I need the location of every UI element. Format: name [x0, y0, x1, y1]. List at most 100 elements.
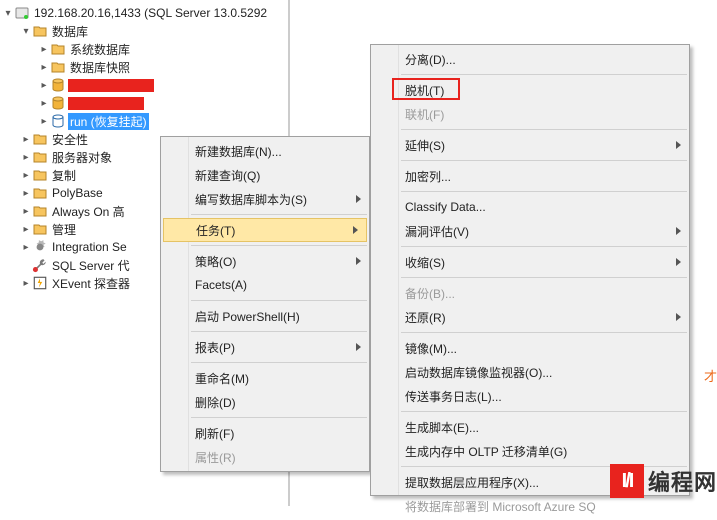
menu-vulnerability[interactable]: 漏洞评估(V) [371, 219, 689, 243]
redacted-bar [68, 79, 154, 92]
menu-rename[interactable]: 重命名(M) [161, 366, 369, 390]
menu-separator [191, 214, 367, 215]
menu-separator [401, 332, 687, 333]
menu-delete[interactable]: 删除(D) [161, 390, 369, 414]
redacted-db-1[interactable]: ▸ [0, 76, 288, 94]
menu-properties: 属性(R) [161, 445, 369, 469]
menu-separator [191, 362, 367, 363]
menu-separator [401, 74, 687, 75]
menu-separator [191, 417, 367, 418]
tasks-submenu[interactable]: 分离(D)... 脱机(T) 联机(F) 延伸(S) 加密列... Classi… [370, 44, 690, 496]
menu-separator [191, 300, 367, 301]
expand-icon[interactable]: ▸ [38, 79, 50, 91]
expand-icon[interactable]: ▸ [38, 115, 50, 127]
database-icon [50, 96, 66, 110]
replication-label: 复制 [50, 167, 78, 184]
menu-separator [401, 191, 687, 192]
menu-facets[interactable]: Facets(A) [161, 273, 369, 297]
selected-db-node[interactable]: ▸ run (恢复挂起) [0, 112, 288, 130]
menu-encrypt-columns[interactable]: 加密列... [371, 164, 689, 188]
expand-icon[interactable]: ▸ [38, 97, 50, 109]
menu-ship-logs[interactable]: 传送事务日志(L)... [371, 384, 689, 408]
sysdb-label: 系统数据库 [68, 41, 132, 58]
system-databases-node[interactable]: ▸ 系统数据库 [0, 40, 288, 58]
expand-icon[interactable]: ▸ [20, 151, 32, 163]
collapse-icon[interactable]: ▾ [20, 25, 32, 37]
menu-mirror[interactable]: 镜像(M)... [371, 336, 689, 360]
menu-separator [191, 245, 367, 246]
menu-script-db[interactable]: 编写数据库脚本为(S) [161, 187, 369, 211]
menu-start-powershell[interactable]: 启动 PowerShell(H) [161, 304, 369, 328]
expand-icon[interactable]: ▸ [20, 169, 32, 181]
server-node[interactable]: ▾ 192.168.20.16,1433 (SQL Server 13.0.52… [0, 4, 288, 22]
menu-tasks[interactable]: 任务(T) [163, 218, 367, 242]
dbsnapshots-label: 数据库快照 [68, 59, 132, 76]
folder-icon [32, 222, 48, 236]
selected-db-label: run (恢复挂起) [68, 113, 149, 130]
integration-svc-label: Integration Se [50, 240, 129, 254]
menu-reports[interactable]: 报表(P) [161, 335, 369, 359]
server-label: 192.168.20.16,1433 (SQL Server 13.0.5292 [32, 6, 269, 20]
menu-separator [401, 129, 687, 130]
database-icon [50, 114, 66, 128]
brand-text: 编程网 [648, 465, 717, 497]
folder-icon [50, 60, 66, 74]
databases-node[interactable]: ▾ 数据库 [0, 22, 288, 40]
menu-detach[interactable]: 分离(D)... [371, 47, 689, 71]
xevent-label: XEvent 探查器 [50, 275, 132, 292]
menu-stretch[interactable]: 延伸(S) [371, 133, 689, 157]
expand-icon[interactable]: ▸ [20, 187, 32, 199]
expand-icon[interactable]: ▸ [20, 205, 32, 217]
expand-icon[interactable]: ▸ [20, 133, 32, 145]
menu-separator [401, 411, 687, 412]
brand-logo: I/I 编程网 [610, 464, 717, 498]
menu-separator [401, 160, 687, 161]
menu-separator [401, 246, 687, 247]
menu-take-offline[interactable]: 脱机(T) [371, 78, 689, 102]
menu-policies[interactable]: 策略(O) [161, 249, 369, 273]
server-icon [14, 6, 30, 20]
db-snapshots-node[interactable]: ▸ 数据库快照 [0, 58, 288, 76]
redacted-db-2[interactable]: ▸ [0, 94, 288, 112]
polybase-label: PolyBase [50, 186, 105, 200]
collapse-icon[interactable]: ▾ [2, 7, 14, 19]
menu-generate-scripts[interactable]: 生成脚本(E)... [371, 415, 689, 439]
redacted-bar [68, 97, 144, 110]
expand-icon[interactable]: ▸ [20, 241, 32, 253]
menu-new-query[interactable]: 新建查询(Q) [161, 163, 369, 187]
folder-icon [32, 24, 48, 38]
alwayson-label: Always On 高 [50, 203, 127, 220]
xevent-icon [32, 276, 48, 290]
expand-icon[interactable]: ▸ [38, 43, 50, 55]
sql-agent-label: SQL Server 代 [50, 257, 132, 274]
menu-backup: 备份(B)... [371, 281, 689, 305]
menu-bring-online: 联机(F) [371, 102, 689, 126]
folder-icon [32, 186, 48, 200]
folder-icon [32, 150, 48, 164]
menu-restore[interactable]: 还原(R) [371, 305, 689, 329]
expand-icon[interactable]: ▸ [20, 277, 32, 289]
menu-classify-data[interactable]: Classify Data... [371, 195, 689, 219]
folder-icon [32, 168, 48, 182]
menu-shrink[interactable]: 收缩(S) [371, 250, 689, 274]
menu-launch-mirror-monitor[interactable]: 启动数据库镜像监视器(O)... [371, 360, 689, 384]
truncated-text: 才 [704, 366, 717, 385]
folder-icon [32, 132, 48, 146]
security-label: 安全性 [50, 131, 90, 148]
menu-new-database[interactable]: 新建数据库(N)... [161, 139, 369, 163]
databases-label: 数据库 [50, 23, 90, 40]
menu-generate-oltp[interactable]: 生成内存中 OLTP 迁移清单(G) [371, 439, 689, 463]
wrench-icon [32, 258, 48, 272]
gear-icon [32, 240, 48, 254]
expand-icon[interactable]: ▸ [20, 223, 32, 235]
menu-separator [191, 331, 367, 332]
brand-icon: I/I [610, 464, 644, 498]
management-label: 管理 [50, 221, 78, 238]
menu-separator [401, 277, 687, 278]
database-icon [50, 78, 66, 92]
folder-icon [32, 204, 48, 218]
folder-icon [50, 42, 66, 56]
context-menu[interactable]: 新建数据库(N)... 新建查询(Q) 编写数据库脚本为(S) 任务(T) 策略… [160, 136, 370, 472]
expand-icon[interactable]: ▸ [38, 61, 50, 73]
menu-refresh[interactable]: 刷新(F) [161, 421, 369, 445]
